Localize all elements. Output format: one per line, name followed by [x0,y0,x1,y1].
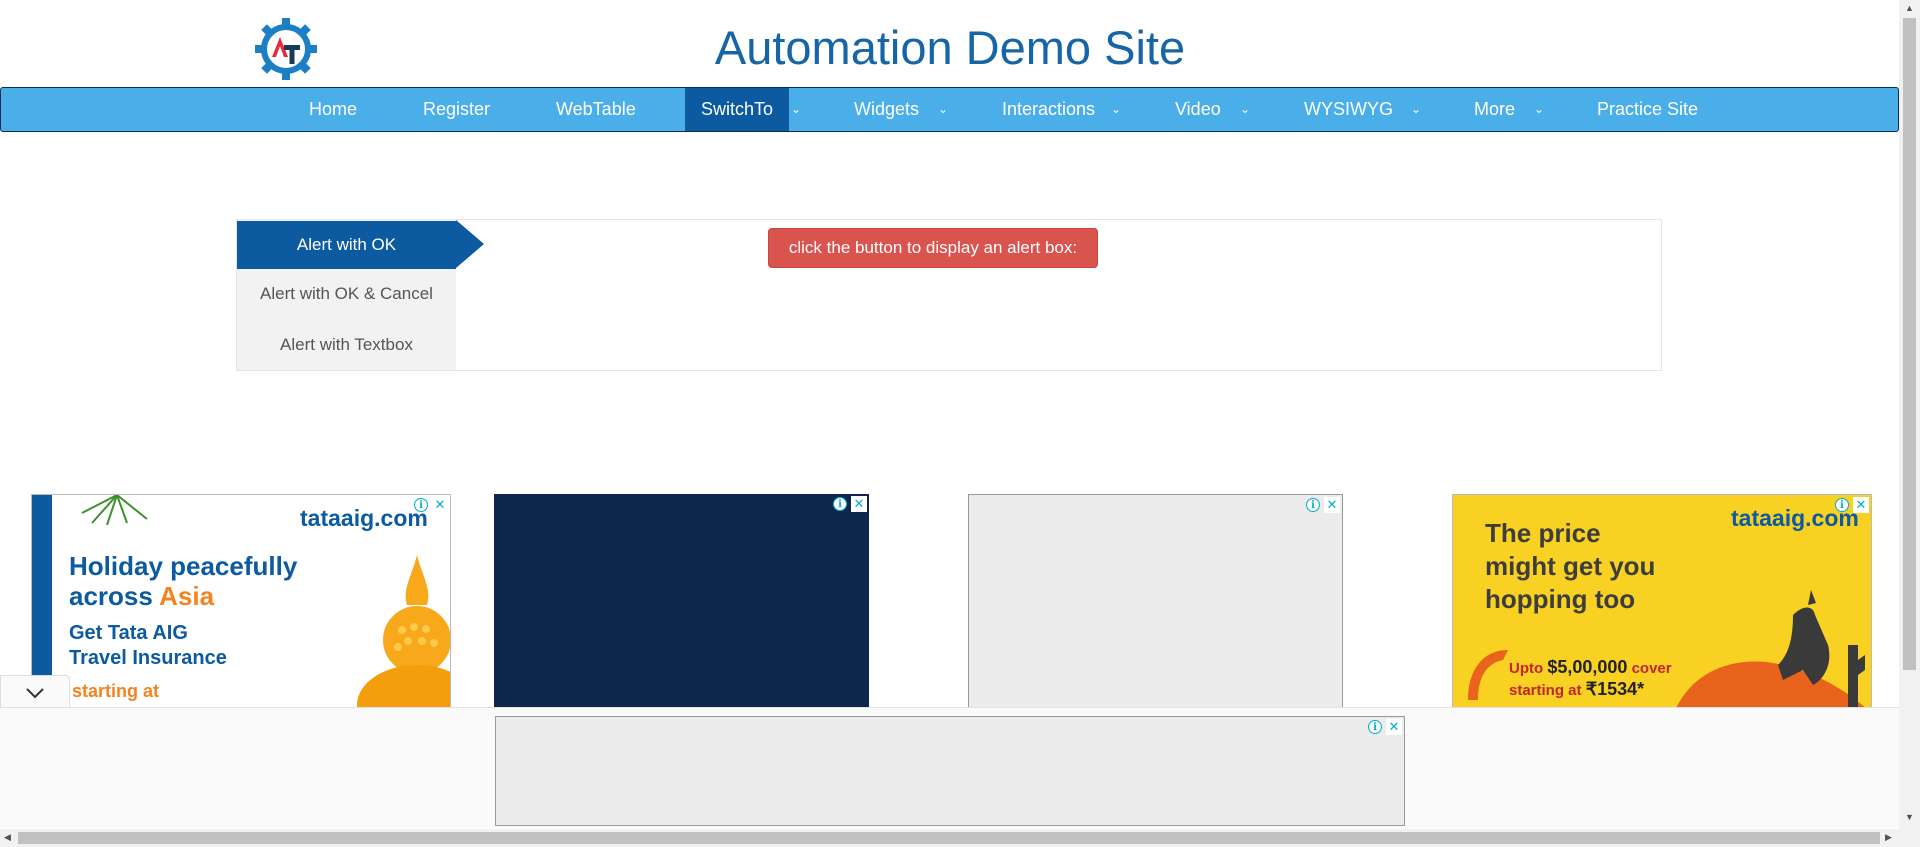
chevron-down-icon[interactable]: ⌄ [933,88,953,131]
chevron-down-icon[interactable]: ⌄ [1406,88,1426,131]
alerts-panel: Alert with OK Alert with OK & Cancel Ale… [236,219,1662,371]
close-icon[interactable]: ✕ [1324,497,1340,513]
ad-blank[interactable]: i ✕ [968,494,1343,708]
ad-offer: Upto $5,00,000 cover starting at ₹1534* [1509,657,1672,699]
ad-brand: tataaig.com [300,505,428,531]
horizontal-scroll-thumb[interactable] [18,832,1880,844]
tab-alert-textbox[interactable]: Alert with Textbox [237,321,456,369]
alert-tabs: Alert with OK Alert with OK & Cancel Ale… [237,220,484,370]
nav-more[interactable]: More [1458,88,1531,131]
site-title: Automation Demo Site [714,21,1186,74]
ad-headline: Holiday peacefully across Asia [69,551,298,611]
chevron-down-icon[interactable]: ⌄ [1235,88,1255,131]
ad-tataaig-asia[interactable]: tataaig.com Holiday peacefully across As… [31,494,451,708]
ad-controls: i ✕ [1306,497,1340,513]
kangaroo-image [1676,590,1865,707]
nav-register[interactable]: Register [407,88,506,131]
chevron-down-icon[interactable]: ⌄ [1529,88,1549,131]
sticky-ad-bar: i ✕ [0,707,1899,828]
info-icon[interactable]: i [1835,498,1849,512]
main-nav: Home Register WebTable SwitchTo ⌄ Widget… [0,87,1899,132]
tab-alert-ok[interactable]: Alert with OK [237,221,456,269]
chevron-down-icon[interactable]: ⌄ [1106,88,1126,131]
vertical-scrollbar[interactable]: ▲ ▼ [1899,0,1920,829]
vertical-scroll-thumb[interactable] [1903,18,1916,670]
nav-switchto[interactable]: SwitchTo [685,88,790,131]
ad-controls: i ✕ [833,496,867,512]
page: Automation Demo Site Home Register WebTa… [0,0,1920,847]
ad-controls: i ✕ [1835,497,1869,513]
ad-controls: i ✕ [414,497,448,513]
info-icon[interactable]: i [1306,498,1320,512]
sticky-ad[interactable]: i ✕ [495,716,1405,826]
active-tab-arrow [456,220,484,268]
close-icon[interactable]: ✕ [432,497,448,513]
scroll-right-icon[interactable]: ▶ [1885,832,1892,843]
nav-webtable[interactable]: WebTable [540,88,652,131]
nav-widgets[interactable]: Widgets [838,88,935,131]
nav-video[interactable]: Video [1159,88,1237,131]
info-icon[interactable]: i [1368,720,1382,734]
nav-home[interactable]: Home [293,88,373,131]
close-icon[interactable]: ✕ [1386,719,1402,735]
buddha-image [357,555,450,707]
close-icon[interactable]: ✕ [851,496,867,512]
boomerang-image [1468,650,1508,700]
nav-practice-site[interactable]: Practice Site [1581,88,1714,131]
close-icon[interactable]: ✕ [1853,497,1869,513]
info-icon[interactable]: i [414,498,428,512]
tab-alert-ok-cancel[interactable]: Alert with OK & Cancel [237,270,456,318]
ad-dark[interactable]: i ✕ [494,494,869,708]
leaves-image [81,495,148,525]
sticky-ad-toggle[interactable] [0,675,70,707]
ad-controls: i ✕ [1368,719,1402,735]
nav-interactions[interactable]: Interactions [986,88,1111,131]
ad-tataaig-australia[interactable]: tataaig.com The price might get you hopp… [1452,494,1872,708]
chevron-down-icon [26,688,44,699]
display-alert-button[interactable]: click the button to display an alert box… [768,228,1098,268]
info-icon[interactable]: i [833,497,847,511]
scroll-left-icon[interactable]: ◀ [4,832,11,843]
ad-headline: The price might get you hopping too [1485,518,1656,614]
scroll-up-icon[interactable]: ▲ [1905,3,1914,13]
nav-wysiwyg[interactable]: WYSIWYG [1288,88,1409,131]
ad-subline: Get Tata AIG Travel Insurance [69,622,227,669]
chevron-down-icon[interactable]: ⌄ [786,88,806,131]
scroll-down-icon[interactable]: ▼ [1905,812,1914,822]
horizontal-scrollbar[interactable]: ◀ ▶ [0,829,1920,847]
ad-starting-at: starting at [72,681,160,701]
